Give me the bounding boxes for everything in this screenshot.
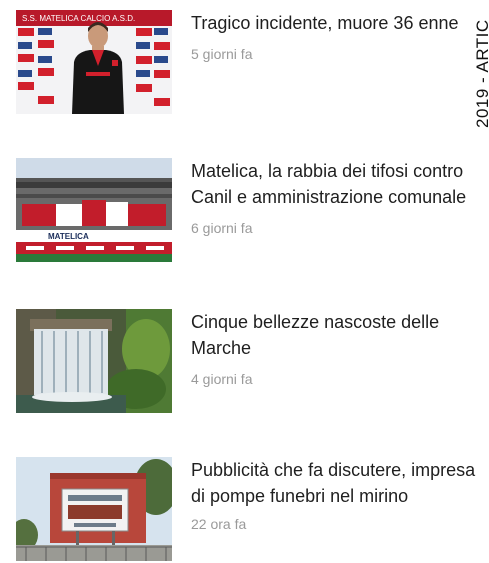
- player-photo: S.S. MATELICA CALCIO A.S.D.: [16, 10, 172, 114]
- article-thumbnail[interactable]: S.S. MATELICA CALCIO A.S.D.: [16, 10, 172, 114]
- waterfall-photo: [16, 309, 172, 413]
- side-vertical-label: 2019 - ARTIC: [471, 0, 489, 130]
- side-label-text: 2019 - ARTIC: [473, 19, 489, 128]
- article-item[interactable]: MATELICA Matelica, la rabbia dei tifosi …: [16, 158, 476, 288]
- article-title[interactable]: Cinque bellezze nascoste delle Marche: [191, 309, 481, 361]
- article-title[interactable]: Matelica, la rabbia dei tifosi contro Ca…: [191, 158, 481, 210]
- article-time: 6 giorni fa: [191, 220, 253, 236]
- article-item[interactable]: S.S. MATELICA CALCIO A.S.D. Tragico inci…: [16, 10, 476, 120]
- article-list: S.S. MATELICA CALCIO A.S.D. Tragico inci…: [0, 0, 489, 563]
- billboard-photo: [16, 457, 172, 561]
- article-thumbnail[interactable]: MATELICA: [16, 158, 172, 262]
- article-thumbnail[interactable]: [16, 309, 172, 413]
- article-time: 4 giorni fa: [191, 371, 253, 387]
- article-text: Matelica, la rabbia dei tifosi contro Ca…: [191, 158, 481, 237]
- article-text: Cinque bellezze nascoste delle Marche 4 …: [191, 309, 481, 388]
- article-time: 22 ora fa: [191, 516, 247, 532]
- article-item[interactable]: Pubblicità che fa discutere, impresa di …: [16, 457, 476, 563]
- article-title[interactable]: Tragico incidente, muore 36 enne: [191, 10, 481, 36]
- article-text: Pubblicità che fa discutere, impresa di …: [191, 457, 481, 533]
- stadium-stand-photo: MATELICA: [16, 158, 172, 262]
- stadium-banner-text: MATELICA: [48, 232, 89, 241]
- article-title[interactable]: Pubblicità che fa discutere, impresa di …: [191, 457, 481, 509]
- article-thumbnail[interactable]: [16, 457, 172, 561]
- article-time: 5 giorni fa: [191, 46, 253, 62]
- backdrop-text: S.S. MATELICA CALCIO A.S.D.: [22, 14, 135, 23]
- article-item[interactable]: Cinque bellezze nascoste delle Marche 4 …: [16, 309, 476, 413]
- article-text: Tragico incidente, muore 36 enne 5 giorn…: [191, 10, 481, 63]
